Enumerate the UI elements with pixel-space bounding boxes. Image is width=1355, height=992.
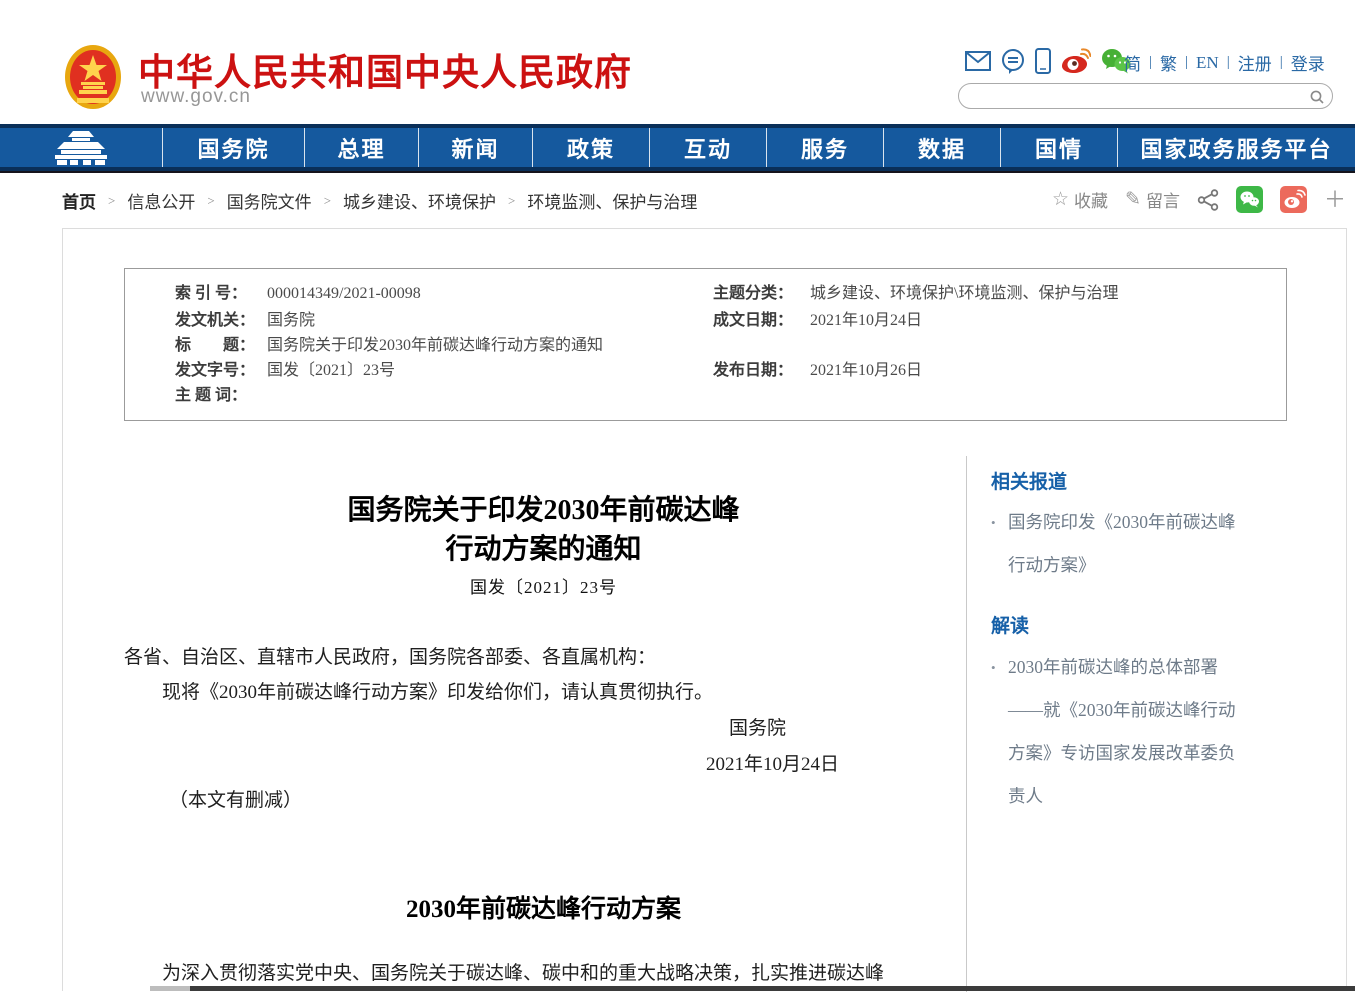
breadcrumb-home[interactable]: 首页 [62,188,96,213]
document-panel: 索 引 号： 000014349/2021-00098 主题分类： 城乡建设、环… [62,228,1347,991]
lang-simplified-link[interactable]: 简 [1124,50,1141,75]
breadcrumb: 首页 > 信息公开 > 国务院文件 > 城乡建设、环境保护 > 环境监测、保护与… [62,188,697,213]
weibo-badge-icon [1280,186,1307,213]
wechat-badge-icon [1236,186,1263,213]
meta-doc-no-value: 国发〔2021〕23号 [267,360,395,382]
nav-tab-interaction[interactable]: 互动 [650,128,767,167]
plus-icon[interactable]: ＋ [1324,190,1346,210]
meta-title-value: 国务院关于印发2030年前碳达峰行动方案的通知 [267,335,603,357]
site-header: 中华人民共和国中央人民政府 www.gov.cn [0,0,1355,124]
mail-icon[interactable] [965,50,991,72]
tiananmen-icon [49,130,113,166]
sidebar-heading-related[interactable]: 相关报道 [991,467,1067,494]
meta-agency-value: 国务院 [267,310,315,332]
meta-written-date-value: 2021年10月24日 [810,310,922,332]
bullet-icon: • [991,501,996,544]
lang-english-link[interactable]: EN [1196,53,1219,73]
share-button[interactable] [1197,189,1219,211]
meta-publish-date-value: 2021年10月26日 [810,360,922,382]
nav-tab-data[interactable]: 数据 [884,128,1001,167]
sidebar-related-item[interactable]: • 国务院印发《2030年前碳达峰行动方案》 [991,501,1249,587]
nav-tab-news[interactable]: 新闻 [419,128,533,167]
meta-index-value: 000014349/2021-00098 [267,283,421,305]
share-wechat-button[interactable] [1236,186,1263,213]
meta-category-label: 主题分类： [713,283,793,305]
article-sign-date: 2021年10月24日 [124,750,963,780]
login-link[interactable]: 登录 [1291,50,1325,75]
nav-tab-services[interactable]: 服务 [767,128,884,167]
plan-section-title: 2030年前碳达峰行动方案 [124,889,963,925]
star-icon: ☆ [1052,188,1069,211]
nav-tab-premier[interactable]: 总理 [305,128,419,167]
article-paragraph-1: 现将《2030年前碳达峰行动方案》印发给你们，请认真贯彻执行。 [124,678,963,708]
mobile-icon[interactable] [1035,48,1051,74]
breadcrumb-env-monitoring[interactable]: 环境监测、保护与治理 [527,188,697,213]
register-link[interactable]: 注册 [1238,50,1272,75]
search-box [958,83,1333,109]
pencil-icon: ✎ [1125,188,1141,211]
clipped-text-artifact [150,986,1355,991]
breadcrumb-info-disclosure[interactable]: 信息公开 [127,188,195,213]
article-paragraph-2: 为深入贯彻落实党中央、国务院关于碳达峰、碳中和的重大战略决策，扎实推进碳达峰 [124,959,963,989]
breadcrumb-state-council-docs[interactable]: 国务院文件 [227,188,312,213]
nav-home-tiananmen[interactable] [0,128,163,167]
nav-tab-state-council[interactable]: 国务院 [163,128,305,167]
favorite-button[interactable]: ☆ 收藏 [1052,187,1108,212]
article-note: （本文有删减） [124,786,963,816]
share-weibo-button[interactable] [1280,186,1307,213]
page-actions: ☆ 收藏 ✎ 留言 ＋ [1052,186,1346,213]
meta-agency-label: 发文机关： [175,310,255,332]
sidebar-heading-interpretation[interactable]: 解读 [991,611,1029,638]
article-salutation: 各省、自治区、直辖市人民政府，国务院各部委、各直属机构： [124,643,963,673]
document-title: 国务院关于印发2030年前碳达峰 行动方案的通知 [124,491,963,569]
share-icon [1197,189,1219,211]
meta-index-label: 索 引 号： [175,283,247,305]
meta-publish-date-label: 发布日期： [713,360,793,382]
document-number: 国发〔2021〕23号 [124,573,963,598]
header-links: 简|繁|EN|注册|登录 [1124,50,1325,75]
main-nav: 国务院 总理 新闻 政策 互动 服务 数据 国情 国家政务服务平台 [0,124,1355,173]
document-meta-table: 索 引 号： 000014349/2021-00098 主题分类： 城乡建设、环… [124,268,1287,421]
meta-doc-no-label: 发文字号： [175,360,255,382]
bullet-icon: • [991,646,996,689]
site-url: www.gov.cn [141,86,251,108]
search-icon[interactable] [1309,89,1325,110]
national-emblem-logo [64,44,122,110]
lang-traditional-link[interactable]: 繁 [1160,50,1177,75]
sidebar-divider [966,456,967,992]
header-social-icons [965,48,1131,74]
comment-button[interactable]: ✎ 留言 [1125,187,1180,212]
nav-tab-national-conditions[interactable]: 国情 [1001,128,1118,167]
meta-category-value: 城乡建设、环境保护\环境监测、保护与治理 [810,283,1118,305]
meta-written-date-label: 成文日期： [713,310,793,332]
meta-keywords-label: 主 题 词： [175,385,247,407]
meta-title-label: 标 题： [175,335,255,357]
nav-tab-gov-service-platform[interactable]: 国家政务服务平台 [1118,128,1355,167]
message-bubble-icon[interactable] [1001,49,1025,74]
sidebar-interpretation-item[interactable]: • 2030年前碳达峰的总体部署——就《2030年前碳达峰行动方案》专访国家发展… [991,646,1249,818]
weibo-icon[interactable] [1061,48,1091,74]
breadcrumb-urban-env[interactable]: 城乡建设、环境保护 [343,188,496,213]
search-input[interactable] [971,85,1301,107]
nav-tab-policy[interactable]: 政策 [533,128,650,167]
article-signer: 国务院 [124,714,963,744]
